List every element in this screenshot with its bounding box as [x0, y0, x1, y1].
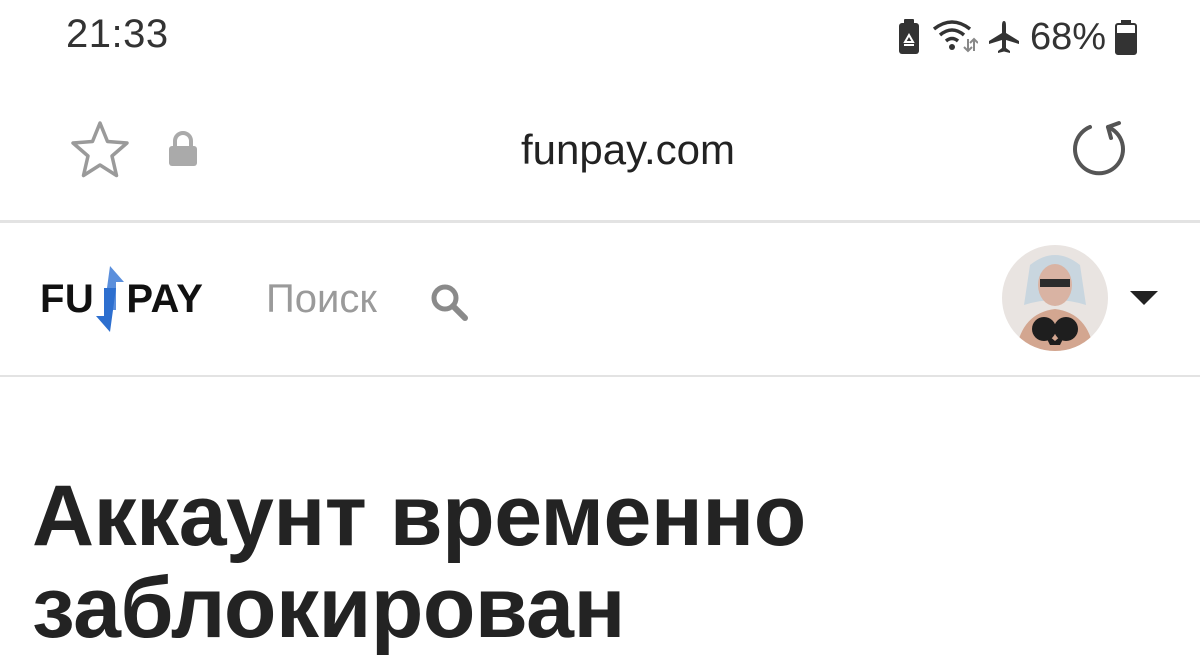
caret-down-icon[interactable] — [1130, 291, 1158, 307]
battery-icon — [1114, 19, 1138, 55]
funpay-logo[interactable]: FU PAY — [40, 263, 203, 335]
url-text[interactable]: funpay.com — [0, 126, 1200, 174]
battery-saver-icon — [896, 18, 922, 56]
battery-percent: 68% — [1029, 15, 1106, 58]
search-label[interactable]: Поиск — [266, 277, 377, 322]
site-header: FU PAY Поиск — [0, 223, 1200, 377]
status-time: 21:33 — [66, 12, 169, 56]
funpay-arrows-icon — [94, 264, 126, 334]
search-icon[interactable] — [428, 281, 470, 323]
status-bar: 21:33 68% — [0, 0, 1200, 78]
logo-text-right: PAY — [126, 276, 204, 321]
page-title: Аккаунт временно заблокирован — [32, 468, 806, 656]
status-icons: 68% — [896, 14, 1138, 60]
airplane-icon — [986, 19, 1022, 55]
logo-text-left: FU — [40, 276, 95, 321]
avatar[interactable] — [1002, 245, 1108, 351]
browser-address-bar: funpay.com — [0, 78, 1200, 223]
reload-icon[interactable] — [1068, 118, 1130, 180]
wifi-icon — [930, 19, 978, 55]
